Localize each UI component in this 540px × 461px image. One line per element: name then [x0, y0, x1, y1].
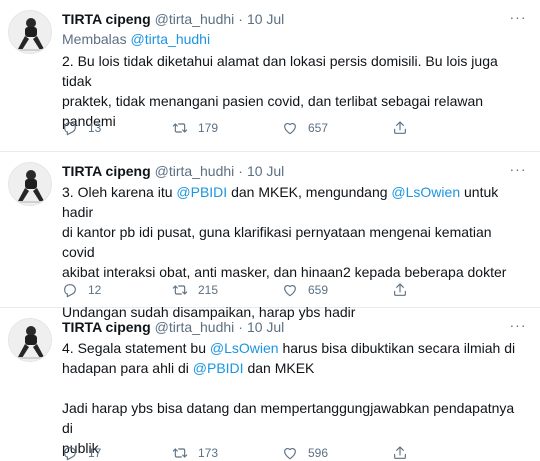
text-segment: dan MKEK	[243, 360, 315, 376]
like-count: 659	[308, 283, 329, 297]
retweet-button[interactable]: 179	[172, 120, 282, 136]
tweet-date[interactable]: 10 Jul	[247, 10, 284, 28]
reply-button[interactable]: 13	[62, 120, 172, 136]
like-button[interactable]: 659	[282, 282, 392, 298]
avatar[interactable]	[8, 10, 52, 54]
retweet-count: 179	[198, 121, 219, 135]
reply-icon	[64, 447, 76, 461]
tweet-text-line: 3. Oleh karena itu @PBIDI dan MKEK, meng…	[62, 182, 522, 222]
tweet-text-line: hadapan para ahli di @PBIDI dan MKEK	[62, 358, 522, 378]
replying-to: Membalas @tirta_hudhi	[62, 30, 528, 49]
tweet-header: TIRTA cipeng @tirta_hudhi · 10 Jul	[62, 162, 528, 180]
mention-link[interactable]: @PBIDI	[193, 360, 244, 376]
retweet-icon	[172, 448, 188, 458]
reply-icon	[64, 122, 76, 136]
separator-dot: ·	[238, 319, 243, 335]
heart-icon	[284, 122, 296, 135]
tweet-actions: 12 215 659	[62, 282, 492, 298]
tweet-text-line: praktek, tidak menangani pasien covid, d…	[62, 93, 484, 109]
tweet-body: TIRTA cipeng @tirta_hudhi · 10 Jul ··· 3…	[62, 162, 528, 322]
tweet-body: TIRTA cipeng @tirta_hudhi · 10 Jul ··· M…	[62, 10, 528, 131]
retweet-count: 173	[198, 446, 219, 460]
text-segment: hadapan para ahli di	[62, 360, 193, 376]
separator-dot: ·	[238, 163, 243, 179]
share-icon	[394, 121, 406, 134]
tweet-text: 2. Bu lois tidak diketahui alamat dan lo…	[62, 51, 522, 131]
tweet[interactable]: TIRTA cipeng @tirta_hudhi · 10 Jul ··· M…	[0, 0, 540, 152]
share-button[interactable]	[392, 282, 432, 298]
tweet-text-line: 4. Segala statement bu @LsOwien harus bi…	[62, 338, 522, 358]
replying-to-handle[interactable]: @tirta_hudhi	[130, 31, 210, 47]
avatar-photo-icon	[9, 163, 51, 205]
heart-icon	[284, 284, 296, 297]
heart-icon	[284, 447, 296, 460]
text-segment: harus bisa dibuktikan secara ilmiah di	[278, 340, 516, 356]
tweet-actions: 13 179 657	[62, 120, 492, 136]
share-button[interactable]	[392, 445, 432, 461]
avatar-photo-icon	[9, 319, 51, 361]
tweet-body: TIRTA cipeng @tirta_hudhi · 10 Jul ··· 4…	[62, 318, 528, 458]
author-handle[interactable]: @tirta_hudhi	[155, 10, 235, 28]
author-name[interactable]: TIRTA cipeng	[62, 162, 151, 180]
tweet-header: TIRTA cipeng @tirta_hudhi · 10 Jul	[62, 10, 528, 28]
tweet-thread: TIRTA cipeng @tirta_hudhi · 10 Jul ··· M…	[0, 0, 540, 461]
author-name[interactable]: TIRTA cipeng	[62, 10, 151, 28]
more-icon[interactable]: ···	[508, 162, 528, 180]
reply-count: 12	[88, 283, 102, 297]
author-name[interactable]: TIRTA cipeng	[62, 318, 151, 336]
like-count: 657	[308, 121, 329, 135]
more-icon[interactable]: ···	[508, 10, 528, 28]
avatar[interactable]	[8, 318, 52, 362]
avatar[interactable]	[8, 162, 52, 206]
more-icon[interactable]: ···	[508, 318, 528, 336]
tweet-text-line: 2. Bu lois tidak diketahui alamat dan lo…	[62, 53, 498, 89]
replying-to-label: Membalas	[62, 31, 127, 47]
tweet-text-line: di kantor pb idi pusat, guna klarifikasi…	[62, 224, 492, 260]
reply-count: 17	[88, 446, 102, 460]
tweet-text-line: akibat interaksi obat, anti masker, dan …	[62, 264, 507, 280]
mention-link[interactable]: @LsOwien	[391, 184, 460, 200]
reply-button[interactable]: 12	[62, 282, 172, 298]
author-handle[interactable]: @tirta_hudhi	[155, 318, 235, 336]
mention-link[interactable]: @PBIDI	[176, 184, 227, 200]
tweet-date[interactable]: 10 Jul	[247, 162, 284, 180]
share-icon	[394, 283, 406, 296]
retweet-button[interactable]: 215	[172, 282, 282, 298]
separator-dot: ·	[238, 11, 243, 27]
text-segment: 4. Segala statement bu	[62, 340, 210, 356]
retweet-button[interactable]: 173	[172, 445, 282, 461]
mention-link[interactable]: @LsOwien	[210, 340, 279, 356]
retweet-count: 215	[198, 283, 219, 297]
share-icon	[394, 446, 406, 459]
author-handle[interactable]: @tirta_hudhi	[155, 162, 235, 180]
retweet-icon	[172, 123, 188, 133]
text-segment: dan MKEK, mengundang	[227, 184, 392, 200]
tweet[interactable]: TIRTA cipeng @tirta_hudhi · 10 Jul ··· 4…	[0, 308, 540, 461]
reply-button[interactable]: 17	[62, 445, 172, 461]
share-button[interactable]	[392, 120, 432, 136]
reply-icon	[64, 284, 76, 298]
tweet-actions: 17 173 596	[62, 445, 492, 461]
tweet-text-line: Jadi harap ybs bisa datang dan mempertan…	[62, 400, 515, 436]
tweet-text: 4. Segala statement bu @LsOwien harus bi…	[62, 338, 522, 458]
tweet-header: TIRTA cipeng @tirta_hudhi · 10 Jul	[62, 318, 528, 336]
text-segment: 3. Oleh karena itu	[62, 184, 177, 200]
tweet[interactable]: TIRTA cipeng @tirta_hudhi · 10 Jul ··· 3…	[0, 152, 540, 320]
like-count: 596	[308, 446, 329, 460]
retweet-icon	[172, 285, 188, 295]
tweet-text: 3. Oleh karena itu @PBIDI dan MKEK, meng…	[62, 182, 522, 322]
reply-count: 13	[88, 121, 102, 135]
avatar-photo-icon	[9, 11, 51, 53]
like-button[interactable]: 657	[282, 120, 392, 136]
tweet-date[interactable]: 10 Jul	[247, 318, 284, 336]
like-button[interactable]: 596	[282, 445, 392, 461]
